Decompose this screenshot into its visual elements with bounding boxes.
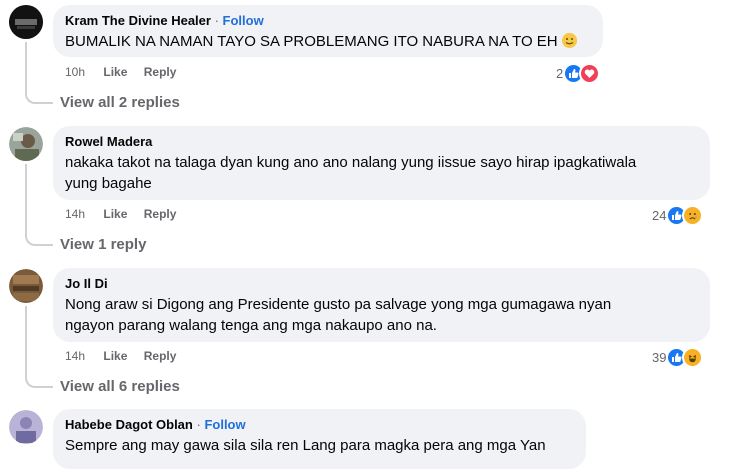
- avatar[interactable]: [9, 5, 43, 39]
- like-button[interactable]: Like: [103, 207, 127, 221]
- author-name[interactable]: Habebe Dagot Oblan: [65, 417, 193, 432]
- comment-time[interactable]: 14h: [65, 349, 85, 363]
- comment-text-line: nakaka takot na talaga dyan kung ano ano…: [65, 154, 637, 171]
- reaction-count: 2: [556, 66, 564, 81]
- reaction-count: 24: [652, 208, 667, 223]
- separator-dot: ·: [214, 13, 219, 28]
- comment-text: Sempre ang may gawa sila sila ren Lang p…: [65, 437, 546, 454]
- haha-icon: [682, 347, 704, 368]
- like-button[interactable]: Like: [103, 349, 127, 363]
- author-name[interactable]: Kram The Divine Healer: [65, 13, 211, 28]
- comment-bubble: Rowel Madera nakaka takot na talaga dyan…: [53, 126, 710, 200]
- comment-text-line: ngayon parang walang tenga ang mga nakau…: [65, 317, 437, 334]
- comment-actions: 14h Like Reply: [65, 349, 189, 363]
- avatar-image: [9, 5, 43, 39]
- comment-time[interactable]: 10h: [65, 65, 85, 79]
- comment-actions: 14h Like Reply: [65, 207, 189, 221]
- love-icon: [579, 63, 601, 84]
- avatar[interactable]: [9, 410, 43, 444]
- comment-text: BUMALIK NA NAMAN TAYO SA PROBLEMANG ITO …: [65, 33, 558, 50]
- view-replies-link[interactable]: View 1 reply: [60, 236, 146, 253]
- reply-thread-line: [25, 164, 53, 246]
- avatar[interactable]: [9, 269, 43, 303]
- avatar-image: [9, 410, 43, 444]
- reply-thread-line: [25, 306, 53, 388]
- reaction-summary[interactable]: 39: [652, 347, 704, 368]
- comment-bubble: Habebe Dagot Oblan · Follow Sempre ang m…: [53, 409, 586, 469]
- reaction-count: 39: [652, 350, 667, 365]
- reply-button[interactable]: Reply: [144, 65, 177, 79]
- comment-text-line: yung bagahe: [65, 175, 152, 192]
- reply-button[interactable]: Reply: [144, 207, 177, 221]
- comment-bubble: Jo Il Di Nong araw si Digong ang Preside…: [53, 268, 710, 342]
- follow-button[interactable]: Follow: [204, 417, 245, 432]
- comment-time[interactable]: 14h: [65, 207, 85, 221]
- comment-text-line: Nong araw si Digong ang Presidente gusto…: [65, 296, 612, 313]
- reaction-summary[interactable]: 24: [652, 205, 704, 226]
- view-replies-link[interactable]: View all 6 replies: [60, 378, 180, 395]
- view-replies-link[interactable]: View all 2 replies: [60, 94, 180, 111]
- author-name[interactable]: Jo Il Di: [65, 275, 698, 292]
- reply-thread-line: [25, 42, 53, 104]
- comment-bubble: Kram The Divine Healer · Follow BUMALIK …: [53, 5, 603, 57]
- comment-actions: 10h Like Reply: [65, 65, 189, 79]
- sad-icon: [682, 205, 704, 226]
- reaction-summary[interactable]: 2: [556, 63, 601, 84]
- follow-button[interactable]: Follow: [223, 13, 264, 28]
- sweat-smile-emoji-icon: [561, 33, 577, 48]
- like-button[interactable]: Like: [103, 65, 127, 79]
- avatar[interactable]: [9, 127, 43, 161]
- reply-button[interactable]: Reply: [144, 349, 177, 363]
- avatar-image: [9, 127, 43, 161]
- avatar-image: [9, 269, 43, 303]
- separator-dot: ·: [196, 417, 201, 432]
- author-name[interactable]: Rowel Madera: [65, 133, 698, 150]
